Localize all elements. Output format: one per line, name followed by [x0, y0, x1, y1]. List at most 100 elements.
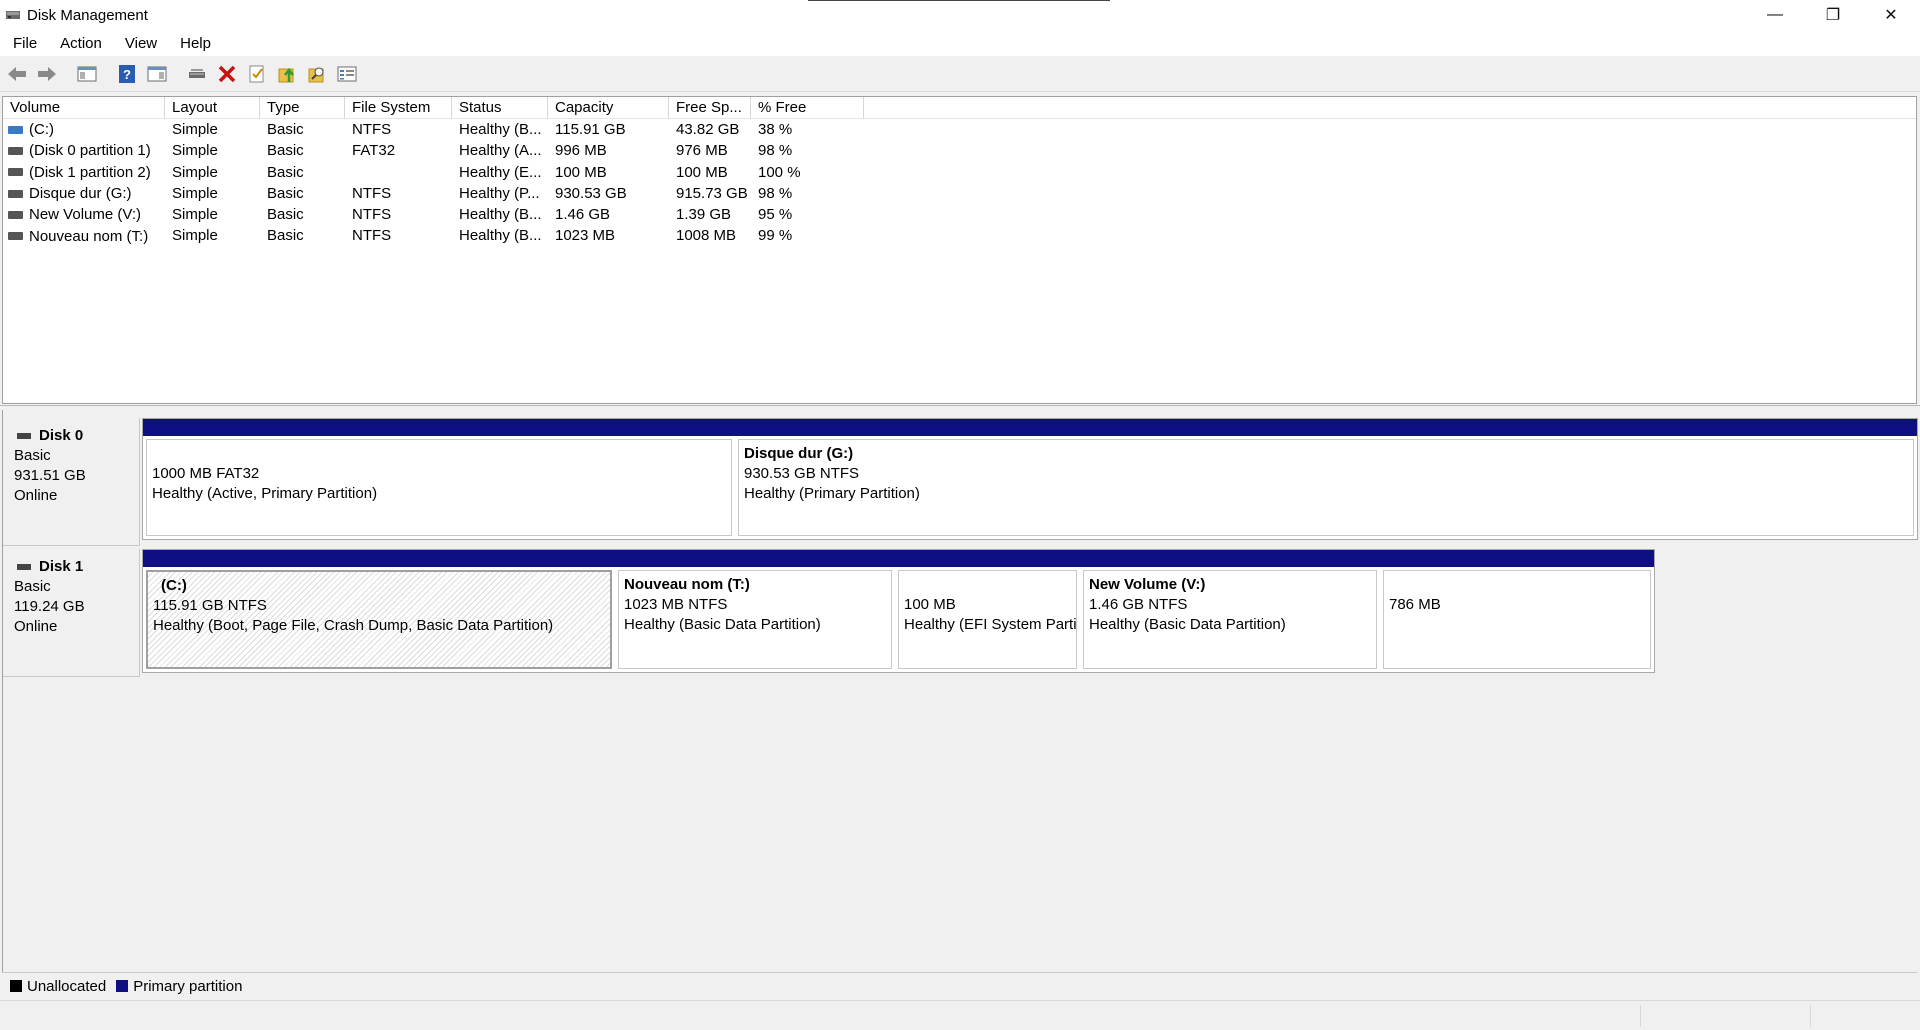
pane-splitter[interactable] [0, 405, 1920, 409]
disk0-partition-strip: 1000 MB FAT32 Healthy (Active, Primary P… [142, 418, 1918, 540]
partition-status: Healthy (Active, Primary Partition) [152, 485, 378, 502]
window-title: Disk Management [27, 6, 148, 24]
partition-status: Healthy (Basic Data Partition) [1089, 616, 1286, 633]
menu-file[interactable]: File [0, 35, 47, 52]
disk-label-disk0[interactable]: Disk 0 Basic 931.51 GB Online [3, 418, 140, 546]
cell-file-system: NTFS [352, 184, 392, 202]
restore-icon: ❐ [1825, 7, 1841, 24]
table-row[interactable]: (C:) Simple Basic NTFS Healthy (B... 115… [3, 119, 1916, 140]
column-header-free-space[interactable]: Free Sp... [669, 97, 751, 119]
partition-type-bar [895, 550, 1080, 567]
cell-percent-free: 98 % [758, 142, 793, 160]
up-folder-icon [278, 67, 294, 82]
partition-disk1-c[interactable]: (C:) 115.91 GB NTFS Healthy (Boot, Page … [143, 550, 615, 672]
partition-disk0-1[interactable]: 1000 MB FAT32 Healthy (Active, Primary P… [143, 419, 735, 539]
partition-disk1-786mb[interactable]: 786 MB [1380, 550, 1654, 672]
partition-disk0-g[interactable]: Disque dur (G:) 930.53 GB NTFS Healthy (… [735, 419, 1917, 539]
back-button[interactable] [5, 62, 29, 86]
close-icon: ✕ [1884, 7, 1898, 24]
partition-status: Healthy (EFI System Parti [904, 616, 1077, 633]
partition-status: Healthy (Basic Data Partition) [624, 616, 821, 633]
cell-status: Healthy (E... [459, 163, 542, 181]
drive-icon [8, 168, 23, 177]
legend: Unallocated Primary partition [2, 972, 1917, 999]
minimize-button[interactable]: — [1746, 0, 1804, 30]
list-view-button[interactable] [335, 62, 359, 86]
partition-type-bar [1080, 550, 1380, 567]
partition-disk1-v[interactable]: New Volume (V:) 1.46 GB NTFS Healthy (Ba… [1080, 550, 1380, 672]
partition-size-fs: 100 MB [904, 596, 956, 613]
cell-volume: (Disk 0 partition 1) [29, 142, 151, 160]
column-header-layout[interactable]: Layout [165, 97, 260, 119]
cell-layout: Simple [172, 121, 218, 138]
menu-view[interactable]: View [112, 35, 167, 52]
cell-type: Basic [267, 121, 304, 138]
cell-free-space: 100 MB [676, 163, 728, 181]
partition-disk1-efi[interactable]: 100 MB Healthy (EFI System Parti [895, 550, 1080, 672]
search-button[interactable] [305, 62, 329, 86]
up-level-button[interactable] [275, 62, 299, 86]
cell-status: Healthy (B... [459, 206, 542, 224]
toolbar: ? [0, 56, 1920, 92]
cell-percent-free: 98 % [758, 184, 793, 202]
menu-action[interactable]: Action [47, 35, 112, 52]
partition-type-bar [1380, 550, 1654, 567]
cell-status: Healthy (B... [459, 121, 542, 138]
table-row[interactable]: Nouveau nom (T:) Simple Basic NTFS Healt… [3, 225, 1916, 246]
partition-status: Healthy (Boot, Page File, Crash Dump, Ba… [153, 617, 554, 634]
disk-label-disk1[interactable]: Disk 1 Basic 119.24 GB Online [3, 549, 140, 677]
column-header-volume[interactable]: Volume [3, 97, 165, 119]
connect-virtual-disk-button[interactable] [185, 62, 209, 86]
column-header-file-system[interactable]: File System [345, 97, 452, 119]
properties-button[interactable] [245, 62, 269, 86]
table-row[interactable]: Disque dur (G:) Simple Basic NTFS Health… [3, 183, 1916, 204]
partition-size-fs: 930.53 GB NTFS [744, 465, 860, 482]
close-button[interactable]: ✕ [1862, 0, 1920, 30]
disk-row-disk1: Disk 1 Basic 119.24 GB Online (C:) 115.9… [3, 549, 1918, 677]
partition-body-selected: (C:) 115.91 GB NTFS Healthy (Boot, Page … [146, 570, 612, 669]
cell-type: Basic [267, 184, 304, 202]
cell-free-space: 1008 MB [676, 227, 737, 245]
cell-status: Healthy (B... [459, 227, 542, 245]
cell-status: Healthy (P... [459, 184, 540, 202]
partition-disk1-t[interactable]: Nouveau nom (T:) 1023 MB NTFS Healthy (B… [615, 550, 895, 672]
table-row[interactable]: New Volume (V:) Simple Basic NTFS Health… [3, 204, 1916, 225]
volume-list: Volume Layout Type File System Status Ca… [2, 96, 1917, 404]
cell-file-system: NTFS [352, 121, 392, 138]
back-arrow-icon [8, 66, 26, 81]
partition-size-fs: 1023 MB NTFS [624, 596, 728, 613]
partition-size-fs: 786 MB [1389, 596, 1441, 613]
delete-button[interactable] [215, 62, 239, 86]
maximize-button[interactable]: ❐ [1804, 0, 1862, 30]
cell-volume: Disque dur (G:) [29, 185, 132, 203]
partition-size-fs: 115.91 GB NTFS [153, 597, 267, 614]
column-header-capacity[interactable]: Capacity [548, 97, 669, 119]
cell-capacity: 930.53 GB [555, 184, 627, 202]
help-button[interactable]: ? [115, 62, 139, 86]
table-row[interactable]: (Disk 0 partition 1) Simple Basic FAT32 … [3, 140, 1916, 161]
volume-list-header: Volume Layout Type File System Status Ca… [3, 97, 1916, 119]
svg-text:?: ? [123, 67, 131, 82]
cell-free-space: 43.82 GB [676, 121, 740, 138]
partition-title [1389, 575, 1650, 595]
title-accent-line [808, 0, 1110, 1]
column-header-percent-free[interactable]: % Free [751, 97, 864, 119]
cell-layout: Simple [172, 206, 218, 224]
connect-drive-icon [189, 69, 205, 78]
partition-title [904, 575, 1076, 595]
list-view-icon [337, 66, 357, 81]
partition-type-bar [735, 419, 1917, 436]
help-icon: ? [119, 64, 135, 83]
table-row[interactable]: (Disk 1 partition 2) Simple Basic Health… [3, 162, 1916, 183]
cell-file-system: NTFS [352, 227, 392, 245]
partition-type-bar [143, 550, 615, 567]
show-hide-console-tree-button[interactable] [75, 62, 99, 86]
forward-button[interactable] [35, 62, 59, 86]
minimize-icon: — [1767, 6, 1783, 23]
partition-type-bar [143, 419, 735, 436]
column-header-type[interactable]: Type [260, 97, 345, 119]
drive-icon [8, 210, 23, 219]
menu-help[interactable]: Help [167, 35, 221, 52]
column-header-status[interactable]: Status [452, 97, 548, 119]
show-hide-action-pane-button[interactable] [145, 62, 169, 86]
